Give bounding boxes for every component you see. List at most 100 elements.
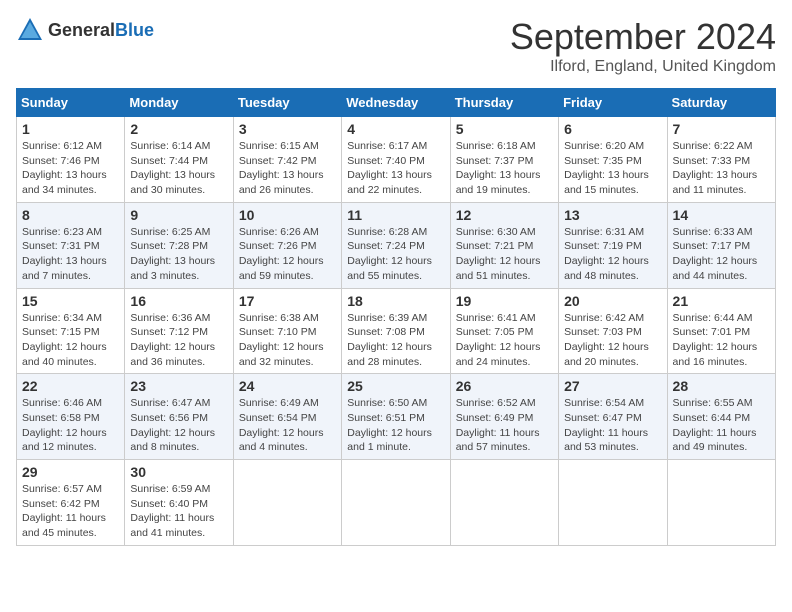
table-row: 23Sunrise: 6:47 AMSunset: 6:56 PMDayligh… [125,374,233,460]
table-row: 13Sunrise: 6:31 AMSunset: 7:19 PMDayligh… [559,202,667,288]
day-info: Sunrise: 6:31 AMSunset: 7:19 PMDaylight:… [564,226,649,282]
day-info: Sunrise: 6:28 AMSunset: 7:24 PMDaylight:… [347,226,432,282]
logo-icon [16,16,44,44]
day-number: 10 [239,207,336,223]
day-info: Sunrise: 6:39 AMSunset: 7:08 PMDaylight:… [347,312,432,368]
table-row: 18Sunrise: 6:39 AMSunset: 7:08 PMDayligh… [342,288,450,374]
table-row: 30 Sunrise: 6:59 AMSunset: 6:40 PMDayligh… [125,460,233,546]
day-info: Sunrise: 6:41 AMSunset: 7:05 PMDaylight:… [456,312,541,368]
table-row: 26 Sunrise: 6:52 AMSunset: 6:49 PMDayligh… [450,374,558,460]
table-row: 16 Sunrise: 6:36 AMSunset: 7:12 PMDayligh… [125,288,233,374]
table-row: 11 Sunrise: 6:28 AMSunset: 7:24 PMDayligh… [342,202,450,288]
table-row: 12 Sunrise: 6:30 AMSunset: 7:21 PMDayligh… [450,202,558,288]
day-info: Sunrise: 6:52 AMSunset: 6:49 PMDaylight:… [456,397,540,453]
day-number: 19 [456,293,553,309]
col-wednesday: Wednesday [342,89,450,117]
day-info: Sunrise: 6:15 AMSunset: 7:42 PMDaylight:… [239,140,324,196]
day-info: Sunrise: 6:14 AMSunset: 7:44 PMDaylight:… [130,140,215,196]
day-info: Sunrise: 6:36 AMSunset: 7:12 PMDaylight:… [130,312,215,368]
day-number: 22 [22,378,119,394]
day-number: 8 [22,207,119,223]
col-monday: Monday [125,89,233,117]
day-info: Sunrise: 6:57 AMSunset: 6:42 PMDaylight:… [22,483,106,539]
calendar-table: Sunday Monday Tuesday Wednesday Thursday… [16,88,776,546]
calendar-row: 15Sunrise: 6:34 AMSunset: 7:15 PMDayligh… [17,288,776,374]
day-number: 20 [564,293,661,309]
location-title: Ilford, England, United Kingdom [510,58,776,76]
table-row: 19 Sunrise: 6:41 AMSunset: 7:05 PMDayligh… [450,288,558,374]
day-info: Sunrise: 6:20 AMSunset: 7:35 PMDaylight:… [564,140,649,196]
day-number: 30 [130,464,227,480]
table-row: 3 Sunrise: 6:15 AMSunset: 7:42 PMDaylight… [233,117,341,203]
day-number: 28 [673,378,770,394]
table-row: 10Sunrise: 6:26 AMSunset: 7:26 PMDayligh… [233,202,341,288]
table-row: 1 Sunrise: 6:12 AMSunset: 7:46 PMDaylight… [17,117,125,203]
day-number: 6 [564,121,661,137]
table-row [342,460,450,546]
day-info: Sunrise: 6:42 AMSunset: 7:03 PMDaylight:… [564,312,649,368]
day-number: 9 [130,207,227,223]
day-info: Sunrise: 6:55 AMSunset: 6:44 PMDaylight:… [673,397,757,453]
table-row: 5 Sunrise: 6:18 AMSunset: 7:37 PMDaylight… [450,117,558,203]
day-info: Sunrise: 6:33 AMSunset: 7:17 PMDaylight:… [673,226,758,282]
day-number: 21 [673,293,770,309]
day-info: Sunrise: 6:17 AMSunset: 7:40 PMDaylight:… [347,140,432,196]
day-number: 26 [456,378,553,394]
day-info: Sunrise: 6:12 AMSunset: 7:46 PMDaylight:… [22,140,107,196]
table-row [667,460,775,546]
day-info: Sunrise: 6:23 AMSunset: 7:31 PMDaylight:… [22,226,107,282]
table-row: 4 Sunrise: 6:17 AMSunset: 7:40 PMDaylight… [342,117,450,203]
col-thursday: Thursday [450,89,558,117]
page-header: GeneralBlue September 2024 Ilford, Engla… [16,16,776,76]
table-row: 8 Sunrise: 6:23 AMSunset: 7:31 PMDaylight… [17,202,125,288]
col-sunday: Sunday [17,89,125,117]
table-row: 21 Sunrise: 6:44 AMSunset: 7:01 PMDayligh… [667,288,775,374]
table-row [233,460,341,546]
calendar-row: 8 Sunrise: 6:23 AMSunset: 7:31 PMDaylight… [17,202,776,288]
logo-text: GeneralBlue [48,20,154,41]
calendar-row: 22 Sunrise: 6:46 AMSunset: 6:58 PMDayligh… [17,374,776,460]
day-info: Sunrise: 6:30 AMSunset: 7:21 PMDaylight:… [456,226,541,282]
title-area: September 2024 Ilford, England, United K… [510,16,776,76]
day-number: 25 [347,378,444,394]
table-row: 7 Sunrise: 6:22 AMSunset: 7:33 PMDaylight… [667,117,775,203]
table-row: 29 Sunrise: 6:57 AMSunset: 6:42 PMDayligh… [17,460,125,546]
table-row: 6 Sunrise: 6:20 AMSunset: 7:35 PMDaylight… [559,117,667,203]
table-row: 17 Sunrise: 6:38 AMSunset: 7:10 PMDayligh… [233,288,341,374]
table-row: 27Sunrise: 6:54 AMSunset: 6:47 PMDayligh… [559,374,667,460]
day-info: Sunrise: 6:18 AMSunset: 7:37 PMDaylight:… [456,140,541,196]
table-row: 22 Sunrise: 6:46 AMSunset: 6:58 PMDayligh… [17,374,125,460]
table-row: 15Sunrise: 6:34 AMSunset: 7:15 PMDayligh… [17,288,125,374]
day-number: 17 [239,293,336,309]
day-info: Sunrise: 6:38 AMSunset: 7:10 PMDaylight:… [239,312,324,368]
day-number: 3 [239,121,336,137]
month-title: September 2024 [510,16,776,58]
col-saturday: Saturday [667,89,775,117]
day-number: 16 [130,293,227,309]
day-info: Sunrise: 6:34 AMSunset: 7:15 PMDaylight:… [22,312,107,368]
day-info: Sunrise: 6:46 AMSunset: 6:58 PMDaylight:… [22,397,107,453]
table-row: 28 Sunrise: 6:55 AMSunset: 6:44 PMDayligh… [667,374,775,460]
table-row: 20 Sunrise: 6:42 AMSunset: 7:03 PMDayligh… [559,288,667,374]
day-number: 12 [456,207,553,223]
day-number: 2 [130,121,227,137]
day-number: 24 [239,378,336,394]
day-number: 5 [456,121,553,137]
day-info: Sunrise: 6:59 AMSunset: 6:40 PMDaylight:… [130,483,214,539]
day-info: Sunrise: 6:22 AMSunset: 7:33 PMDaylight:… [673,140,758,196]
day-number: 7 [673,121,770,137]
table-row: 9 Sunrise: 6:25 AMSunset: 7:28 PMDaylight… [125,202,233,288]
day-info: Sunrise: 6:25 AMSunset: 7:28 PMDaylight:… [130,226,215,282]
day-number: 1 [22,121,119,137]
day-info: Sunrise: 6:49 AMSunset: 6:54 PMDaylight:… [239,397,324,453]
day-number: 4 [347,121,444,137]
table-row [450,460,558,546]
day-number: 29 [22,464,119,480]
day-number: 11 [347,207,444,223]
col-tuesday: Tuesday [233,89,341,117]
day-info: Sunrise: 6:47 AMSunset: 6:56 PMDaylight:… [130,397,215,453]
table-row: 14Sunrise: 6:33 AMSunset: 7:17 PMDayligh… [667,202,775,288]
calendar-header-row: Sunday Monday Tuesday Wednesday Thursday… [17,89,776,117]
day-info: Sunrise: 6:44 AMSunset: 7:01 PMDaylight:… [673,312,758,368]
calendar-row: 1 Sunrise: 6:12 AMSunset: 7:46 PMDaylight… [17,117,776,203]
